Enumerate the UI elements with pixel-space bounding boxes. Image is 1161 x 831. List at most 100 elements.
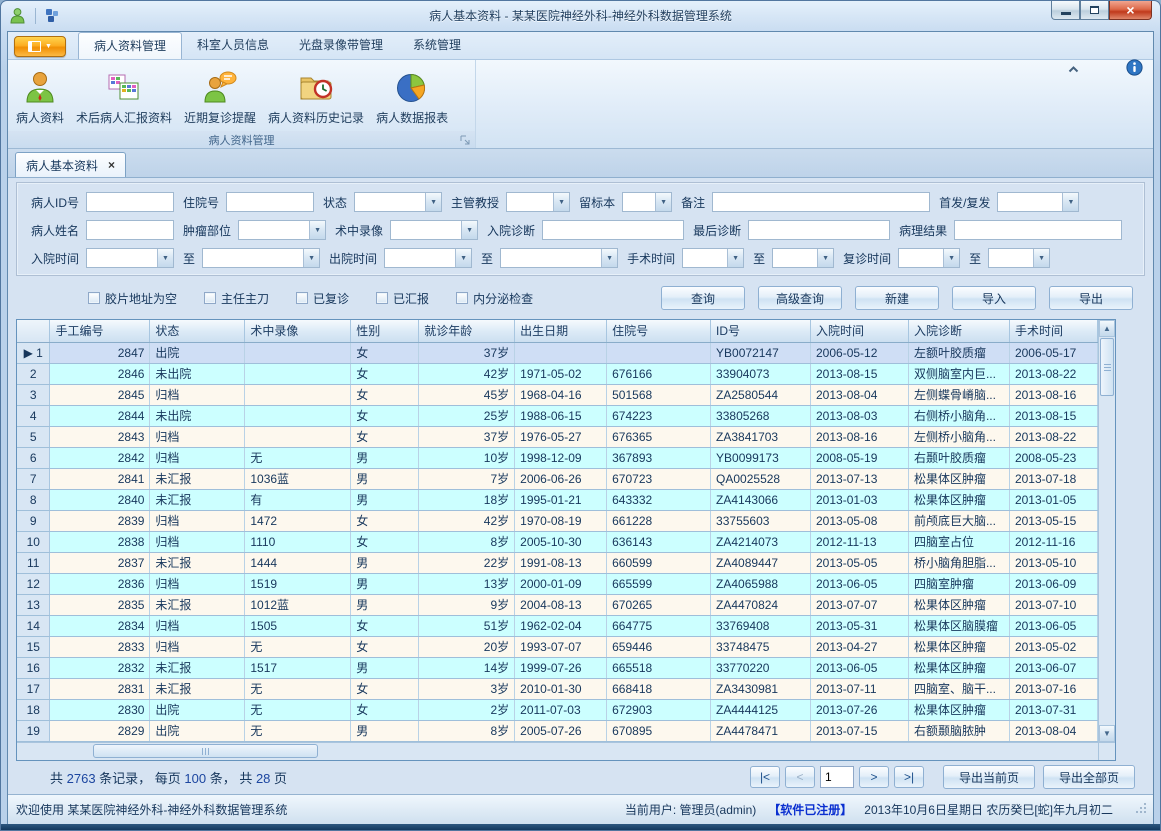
table-cell-admission-number[interactable]: 674223 bbox=[607, 405, 711, 426]
table-cell-gender[interactable]: 女 bbox=[351, 363, 419, 384]
table-cell-admission-number[interactable]: 660599 bbox=[607, 552, 711, 573]
table-cell-admission-diagnosis[interactable]: 松果体区肿瘤 bbox=[908, 594, 1009, 615]
table-cell-admission-date[interactable]: 2013-06-05 bbox=[811, 573, 909, 594]
table-cell-manual-number[interactable]: 2840 bbox=[50, 489, 150, 510]
table-cell-birth-date[interactable]: 1999-07-26 bbox=[515, 657, 607, 678]
table-cell-manual-number[interactable]: 2839 bbox=[50, 510, 150, 531]
table-row[interactable]: 112837未汇报1444男22岁1991-08-13660599ZA40894… bbox=[17, 552, 1098, 573]
software-registered-link[interactable]: 【软件已注册】 bbox=[768, 801, 852, 818]
advanced-query-button[interactable]: 高级查询 bbox=[758, 286, 842, 310]
table-cell-manual-number[interactable]: 2845 bbox=[50, 384, 150, 405]
table-cell-surgery-date[interactable]: 2013-07-31 bbox=[1009, 699, 1097, 720]
table-cell-admission-number[interactable]: 659446 bbox=[607, 636, 711, 657]
admission-date-from-select[interactable]: ▼ bbox=[86, 248, 174, 268]
table-cell-id-number[interactable]: ZA2580544 bbox=[711, 384, 811, 405]
row-indicator-cell[interactable]: ▶ 1 bbox=[17, 342, 50, 363]
table-cell-intraop-video[interactable]: 无 bbox=[245, 699, 351, 720]
table-cell-status[interactable]: 未汇报 bbox=[150, 468, 245, 489]
export-all-pages-button[interactable]: 导出全部页 bbox=[1043, 765, 1135, 789]
table-cell-admission-diagnosis[interactable]: 右额颞脑脓肿 bbox=[908, 720, 1009, 741]
table-cell-id-number[interactable]: YB0099173 bbox=[711, 447, 811, 468]
table-cell-visit-age[interactable]: 37岁 bbox=[419, 426, 515, 447]
intraop-video-select[interactable]: ▼ bbox=[390, 220, 478, 240]
row-indicator-cell[interactable]: 16 bbox=[17, 657, 50, 678]
table-cell-admission-date[interactable]: 2006-05-12 bbox=[811, 342, 909, 363]
table-cell-surgery-date[interactable]: 2008-05-23 bbox=[1009, 447, 1097, 468]
table-cell-status[interactable]: 归档 bbox=[150, 510, 245, 531]
row-indicator-cell[interactable]: 7 bbox=[17, 468, 50, 489]
table-cell-gender[interactable]: 男 bbox=[351, 552, 419, 573]
application-menu-button[interactable]: ▼ bbox=[14, 36, 66, 57]
table-cell-admission-date[interactable]: 2012-11-13 bbox=[811, 531, 909, 552]
column-header-intraop-video[interactable]: 术中录像 bbox=[245, 320, 351, 342]
table-cell-gender[interactable]: 男 bbox=[351, 657, 419, 678]
table-cell-admission-number[interactable]: 636143 bbox=[607, 531, 711, 552]
table-cell-id-number[interactable]: 33770220 bbox=[711, 657, 811, 678]
table-cell-gender[interactable]: 男 bbox=[351, 594, 419, 615]
table-cell-intraop-video[interactable]: 无 bbox=[245, 678, 351, 699]
table-cell-admission-number[interactable]: 367893 bbox=[607, 447, 711, 468]
table-cell-birth-date[interactable]: 1962-02-04 bbox=[515, 615, 607, 636]
column-header-admission-diagnosis[interactable]: 入院诊断 bbox=[908, 320, 1009, 342]
table-cell-manual-number[interactable]: 2831 bbox=[50, 678, 150, 699]
table-cell-status[interactable]: 出院 bbox=[150, 342, 245, 363]
admission-diagnosis-input[interactable] bbox=[542, 220, 684, 240]
row-indicator-cell[interactable]: 9 bbox=[17, 510, 50, 531]
table-cell-visit-age[interactable]: 14岁 bbox=[419, 657, 515, 678]
table-cell-id-number[interactable]: ZA4470824 bbox=[711, 594, 811, 615]
table-row[interactable]: 152833归档无女20岁1993-07-0765944633748475201… bbox=[17, 636, 1098, 657]
table-cell-id-number[interactable]: ZA3430981 bbox=[711, 678, 811, 699]
last-page-button[interactable]: >| bbox=[894, 766, 924, 788]
table-cell-intraop-video[interactable]: 1517 bbox=[245, 657, 351, 678]
table-cell-intraop-video[interactable] bbox=[245, 363, 351, 384]
table-cell-surgery-date[interactable]: 2012-11-16 bbox=[1009, 531, 1097, 552]
ribbon-button-data-report[interactable]: 病人数据报表 bbox=[370, 64, 454, 129]
table-cell-gender[interactable]: 女 bbox=[351, 384, 419, 405]
row-indicator-cell[interactable]: 15 bbox=[17, 636, 50, 657]
table-row[interactable]: 32845归档女45岁1968-04-16501568ZA25805442013… bbox=[17, 384, 1098, 405]
row-indicator-cell[interactable]: 11 bbox=[17, 552, 50, 573]
tumor-site-select[interactable]: ▼ bbox=[238, 220, 326, 240]
table-cell-surgery-date[interactable]: 2013-08-15 bbox=[1009, 405, 1097, 426]
table-cell-surgery-date[interactable]: 2013-05-15 bbox=[1009, 510, 1097, 531]
table-cell-visit-age[interactable]: 18岁 bbox=[419, 489, 515, 510]
close-tab-icon[interactable]: × bbox=[108, 159, 115, 171]
table-cell-admission-date[interactable]: 2013-05-31 bbox=[811, 615, 909, 636]
table-cell-intraop-video[interactable]: 1110 bbox=[245, 531, 351, 552]
table-row[interactable]: 92839归档1472女42岁1970-08-19661228337556032… bbox=[17, 510, 1098, 531]
table-cell-status[interactable]: 归档 bbox=[150, 426, 245, 447]
row-indicator-cell[interactable]: 8 bbox=[17, 489, 50, 510]
table-cell-id-number[interactable]: 33904073 bbox=[711, 363, 811, 384]
table-cell-birth-date[interactable]: 1995-01-21 bbox=[515, 489, 607, 510]
table-cell-surgery-date[interactable]: 2013-07-10 bbox=[1009, 594, 1097, 615]
table-cell-admission-number[interactable]: 643332 bbox=[607, 489, 711, 510]
specimen-kept-select[interactable]: ▼ bbox=[622, 192, 672, 212]
revisit-date-to-select[interactable]: ▼ bbox=[988, 248, 1050, 268]
table-cell-admission-diagnosis[interactable]: 右侧桥小脑角... bbox=[908, 405, 1009, 426]
table-cell-admission-diagnosis[interactable]: 四脑室占位 bbox=[908, 531, 1009, 552]
table-cell-birth-date[interactable] bbox=[515, 342, 607, 363]
table-cell-gender[interactable]: 女 bbox=[351, 510, 419, 531]
table-cell-intraop-video[interactable]: 1472 bbox=[245, 510, 351, 531]
table-cell-status[interactable]: 未出院 bbox=[150, 363, 245, 384]
table-cell-admission-diagnosis[interactable]: 右颞叶胶质瘤 bbox=[908, 447, 1009, 468]
table-cell-gender[interactable]: 女 bbox=[351, 636, 419, 657]
table-cell-id-number[interactable]: YB0072147 bbox=[711, 342, 811, 363]
export-button[interactable]: 导出 bbox=[1049, 286, 1133, 310]
column-header-admission-number[interactable]: 住院号 bbox=[607, 320, 711, 342]
table-cell-intraop-video[interactable]: 有 bbox=[245, 489, 351, 510]
table-cell-intraop-video[interactable]: 无 bbox=[245, 447, 351, 468]
collapse-ribbon-icon[interactable] bbox=[1067, 61, 1080, 79]
table-cell-status[interactable]: 归档 bbox=[150, 636, 245, 657]
table-cell-intraop-video[interactable] bbox=[245, 384, 351, 405]
table-cell-status[interactable]: 出院 bbox=[150, 720, 245, 741]
close-button[interactable]: × bbox=[1109, 1, 1152, 20]
horizontal-scrollbar[interactable] bbox=[17, 743, 1098, 760]
table-cell-admission-date[interactable]: 2013-08-04 bbox=[811, 384, 909, 405]
table-cell-admission-diagnosis[interactable]: 左侧桥小脑角... bbox=[908, 426, 1009, 447]
table-row[interactable]: ▶ 12847出院女37岁YB00721472006-05-12左额叶胶质瘤20… bbox=[17, 342, 1098, 363]
resize-grip-icon[interactable] bbox=[1135, 802, 1147, 817]
table-cell-gender[interactable]: 女 bbox=[351, 678, 419, 699]
table-cell-intraop-video[interactable]: 1519 bbox=[245, 573, 351, 594]
table-cell-visit-age[interactable]: 20岁 bbox=[419, 636, 515, 657]
